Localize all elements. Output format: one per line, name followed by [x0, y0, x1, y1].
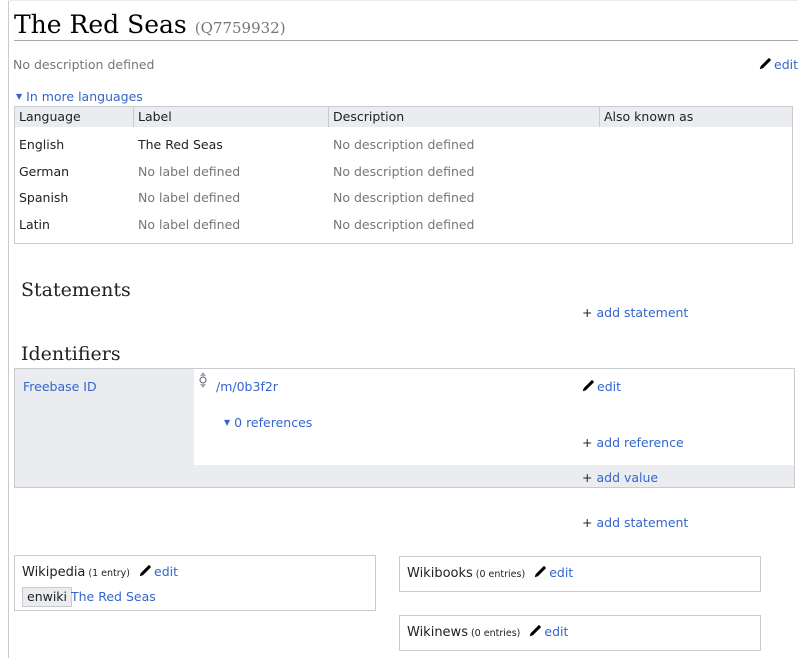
triangle-down-icon: ▼: [16, 92, 23, 101]
language-description: No description defined: [333, 164, 475, 179]
entity-id: (Q7759932): [194, 19, 286, 37]
pencil-icon: [139, 565, 151, 577]
toggle-label: In more languages: [26, 89, 143, 104]
column-header-aliases: Also known as: [604, 109, 694, 124]
claim-value-link[interactable]: /m/0b3f2r: [216, 379, 278, 394]
language-description: No description defined: [333, 217, 475, 232]
add-value-button[interactable]: + add value: [582, 470, 658, 485]
edit-label: edit: [544, 624, 569, 639]
entity-label: The Red Seas: [14, 10, 187, 39]
pencil-icon: [759, 58, 771, 70]
references-toggle[interactable]: ▼ 0 references: [224, 415, 312, 430]
column-divider: [328, 107, 329, 127]
language-row: English The Red Seas No description defi…: [15, 132, 792, 158]
statement-group-freebase-id: Freebase ID /m/0b3f2r edit ▼ 0 reference…: [14, 368, 795, 488]
edit-claim-button[interactable]: edit: [581, 379, 621, 394]
in-more-languages-toggle[interactable]: ▼ In more languages: [16, 89, 143, 104]
sitelinks-wikinews: Wikinews (0 entries) edit: [399, 615, 761, 651]
plus-icon: +: [582, 435, 593, 450]
edit-sitelinks-button[interactable]: edit: [138, 564, 178, 579]
add-reference-label: add reference: [596, 435, 684, 450]
triangle-down-icon: ▼: [224, 418, 231, 427]
sitelink-page-link[interactable]: The Red Seas: [71, 589, 156, 604]
language-name: Spanish: [19, 190, 69, 205]
sitelink-group-name: Wikipedia: [22, 565, 86, 580]
sitelinks-wikibooks: Wikibooks (0 entries) edit: [399, 556, 761, 592]
sitelinks-header: Wikibooks (0 entries) edit: [407, 565, 573, 581]
column-header-label: Label: [138, 109, 172, 124]
sitelink-count: (0 entries): [475, 569, 526, 580]
sitelink-count: (0 entries): [470, 628, 521, 639]
add-value-label: add value: [596, 470, 659, 485]
pencil-icon: [534, 566, 546, 578]
sitelinks-wikipedia: Wikipedia (1 entry) edit enwiki The Red Se…: [14, 555, 376, 611]
language-name: English: [19, 137, 65, 152]
column-header-description: Description: [333, 109, 405, 124]
entity-description: No description defined: [13, 57, 155, 72]
column-header-language: Language: [19, 109, 81, 124]
add-statement-button[interactable]: + add statement: [582, 515, 688, 530]
languages-table: Language Label Description Also known as…: [14, 106, 793, 244]
language-name: Latin: [19, 217, 50, 232]
language-label: No label defined: [138, 190, 241, 205]
pencil-icon: [582, 380, 594, 392]
languages-table-header: Language Label Description Also known as: [15, 107, 792, 127]
plus-icon: +: [582, 305, 593, 320]
language-name: German: [19, 164, 70, 179]
plus-icon: +: [582, 470, 593, 485]
statements-heading: Statements: [21, 279, 131, 301]
language-description: No description defined: [333, 190, 475, 205]
rank-selector-icon[interactable]: [199, 371, 207, 389]
add-statement-label: add statement: [596, 515, 689, 530]
site-id-badge: enwiki: [22, 587, 73, 607]
pencil-icon: [530, 625, 542, 637]
sitelink-group-name: Wikinews: [407, 625, 468, 640]
language-description: No description defined: [333, 137, 475, 152]
column-divider: [599, 107, 600, 127]
edit-label: edit: [549, 565, 574, 580]
references-label: 0 references: [234, 415, 313, 430]
language-label: No label defined: [138, 164, 241, 179]
plus-icon: +: [582, 515, 593, 530]
edit-label: edit: [597, 379, 621, 394]
title-divider: [14, 40, 798, 41]
sitelink-group-name: Wikibooks: [407, 566, 473, 581]
add-statement-button[interactable]: + add statement: [582, 305, 688, 320]
property-link[interactable]: Freebase ID: [23, 379, 97, 394]
identifiers-heading: Identifiers: [21, 343, 121, 365]
add-reference-button[interactable]: + add reference: [582, 435, 684, 450]
edit-sitelinks-button[interactable]: edit: [533, 565, 573, 580]
language-row: German No label defined No description d…: [15, 159, 792, 185]
edit-sitelinks-button[interactable]: edit: [528, 624, 568, 639]
edit-label: edit: [774, 57, 798, 72]
page-top-border: [8, 0, 798, 1]
sitelinks-header: Wikinews (0 entries) edit: [407, 624, 568, 640]
language-label[interactable]: The Red Seas: [138, 137, 223, 152]
sitelink-count: (1 entry): [88, 568, 131, 579]
sitelinks-header: Wikipedia (1 entry) edit: [22, 564, 178, 580]
edit-description-button[interactable]: edit: [758, 57, 798, 72]
page-left-border: [8, 0, 9, 658]
language-label: No label defined: [138, 217, 241, 232]
column-divider: [133, 107, 134, 127]
language-row: Spanish No label defined No description …: [15, 185, 792, 211]
add-statement-label: add statement: [596, 305, 689, 320]
edit-label: edit: [154, 564, 179, 579]
language-row: Latin No label defined No description de…: [15, 212, 792, 238]
page-title: The Red Seas (Q7759932): [14, 10, 286, 39]
